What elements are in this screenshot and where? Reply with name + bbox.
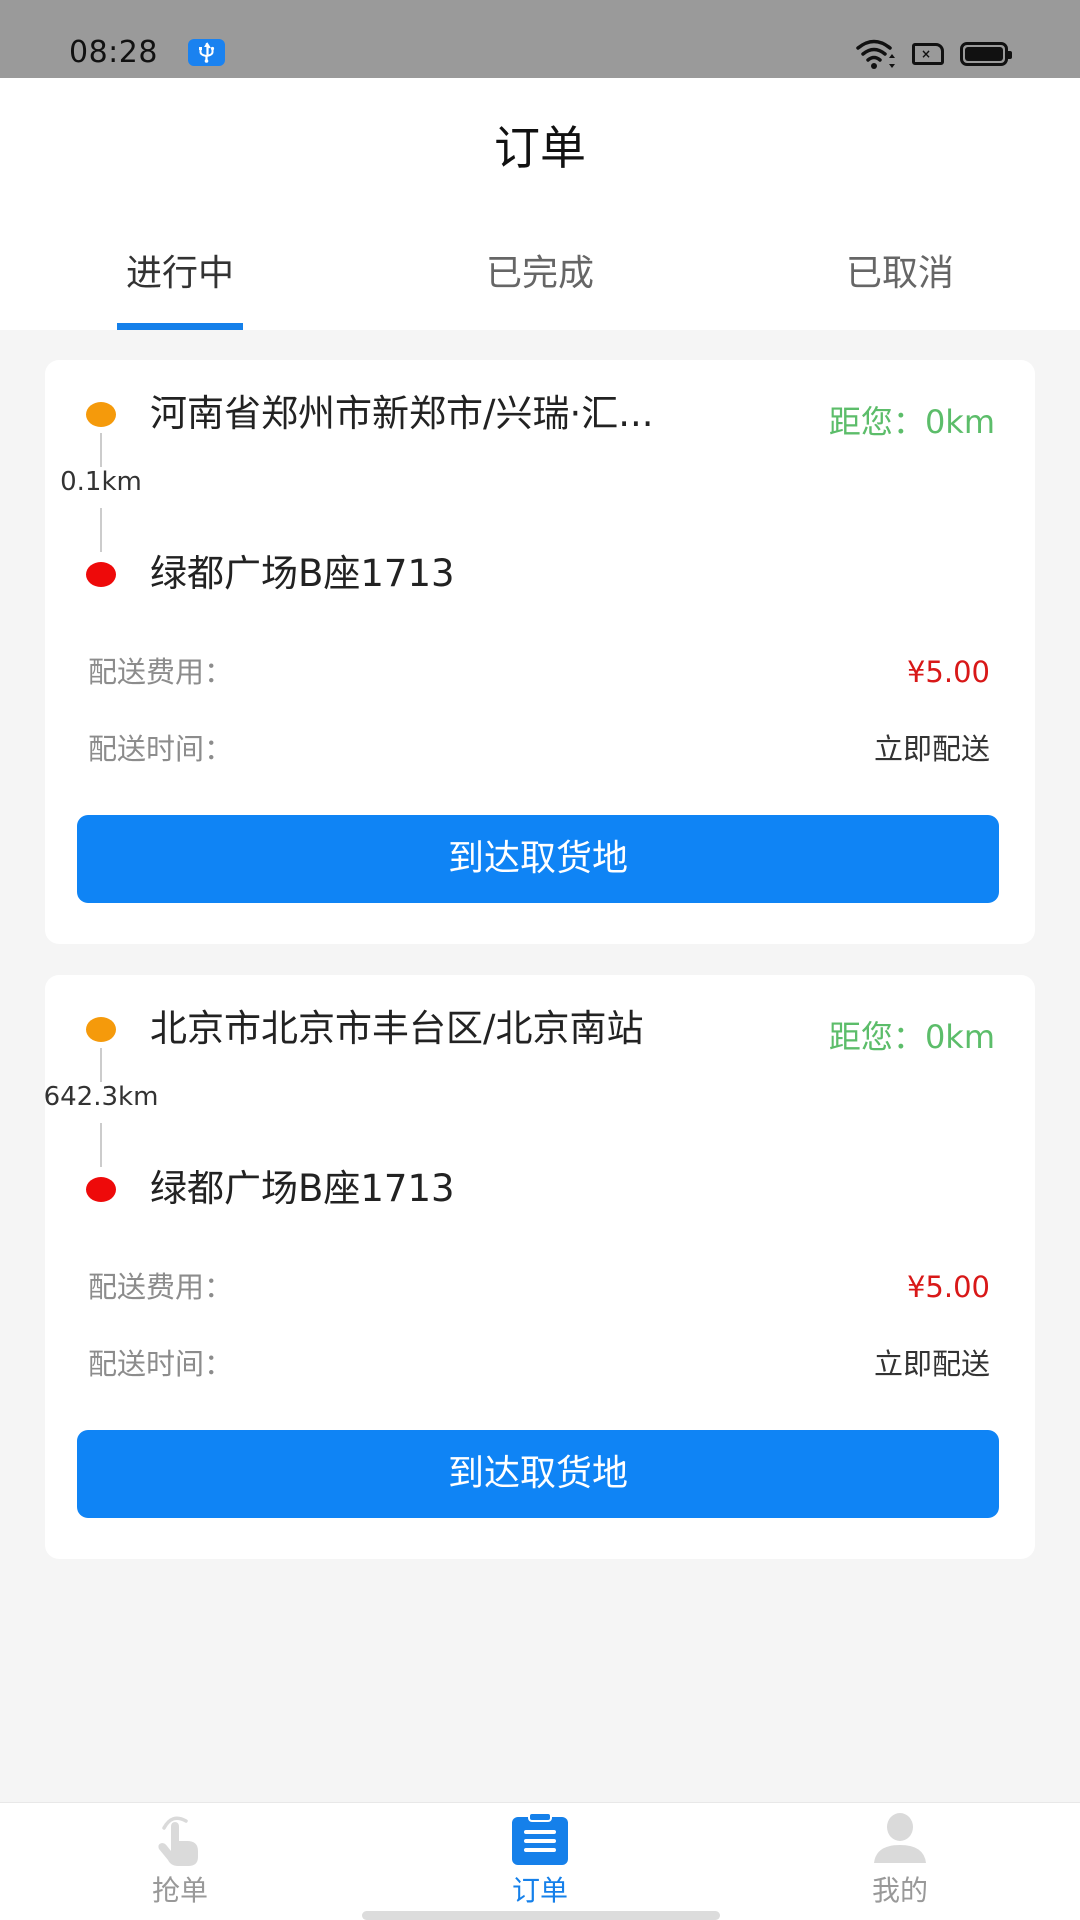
pickup-address: 河南省郑州市新郑市/兴瑞·汇... [150, 392, 654, 435]
distance-from-you-value: 0km [924, 403, 995, 441]
delivery-time-value: 立即配送 [873, 732, 990, 766]
order-card[interactable]: 0.1km 河南省郑州市新郑市/兴瑞·汇... 距您：0km 绿都广场B座171… [45, 360, 1035, 944]
arrive-pickup-button[interactable]: 到达取货地 [77, 815, 999, 903]
distance-from-you-label: 距您： [828, 403, 925, 441]
dropoff-dot-icon [86, 562, 116, 587]
distance-from-you-value: 0km [924, 1018, 995, 1056]
arrive-pickup-button[interactable]: 到达取货地 [77, 1430, 999, 1518]
pickup-dot-icon [86, 1017, 116, 1042]
tab-label: 已取消 [845, 253, 954, 294]
tab-cancelled[interactable]: 已取消 [720, 238, 1080, 330]
tab-label: 进行中 [125, 253, 234, 294]
battery-icon [960, 42, 1012, 66]
delivery-time-label: 配送时间： [88, 732, 234, 766]
clipboard-list-icon [510, 1811, 570, 1869]
tab-in-progress[interactable]: 进行中 [0, 238, 360, 330]
fee-value: ¥5.00 [906, 655, 990, 689]
route-distance: 0.1km [60, 467, 142, 497]
distance-from-you: 距您：0km [829, 400, 995, 444]
dropoff-address: 绿都广场B座1713 [150, 552, 455, 595]
page-title: 订单 [494, 121, 586, 175]
status-time: 08:28 [69, 35, 158, 70]
dropoff-dot-icon [86, 1177, 116, 1202]
route-line [100, 1048, 102, 1082]
fee-label: 配送费用： [88, 655, 234, 689]
nav-label: 订单 [511, 1874, 568, 1907]
route-distance: 642.3km [45, 1082, 159, 1112]
order-status-tabs: 进行中 已完成 已取消 [0, 238, 1080, 330]
nav-label: 我的 [871, 1874, 928, 1907]
dropoff-address: 绿都广场B座1713 [150, 1167, 455, 1210]
status-bar: 08:28 × [0, 0, 1080, 78]
header: 订单 进行中 已完成 已取消 [0, 78, 1080, 330]
route-line [100, 433, 102, 467]
route-line [100, 1123, 102, 1167]
active-tab-indicator [117, 323, 243, 330]
nav-orders[interactable]: 订单 [360, 1803, 720, 1920]
user-icon [870, 1811, 930, 1869]
bottom-nav: 抢单 订单 我的 [0, 1802, 1080, 1920]
pickup-address: 北京市北京市丰台区/北京南站 [150, 1007, 644, 1050]
wifi-icon [855, 38, 899, 74]
pickup-dot-icon [86, 402, 116, 427]
usb-debug-icon [188, 39, 225, 66]
nav-profile[interactable]: 我的 [720, 1803, 1080, 1920]
fee-value: ¥5.00 [906, 1270, 990, 1304]
delivery-time-label: 配送时间： [88, 1347, 234, 1381]
sim-absent-icon: × [912, 43, 944, 65]
distance-from-you-label: 距您： [828, 1018, 925, 1056]
distance-from-you: 距您：0km [829, 1015, 995, 1059]
delivery-time-value: 立即配送 [873, 1347, 990, 1381]
home-indicator[interactable] [362, 1911, 720, 1920]
nav-label: 抢单 [151, 1874, 208, 1907]
order-card[interactable]: 642.3km 北京市北京市丰台区/北京南站 距您：0km 绿都广场B座1713… [45, 975, 1035, 1559]
sim-glyph: × [921, 47, 932, 61]
nav-grab-orders[interactable]: 抢单 [0, 1803, 360, 1920]
tab-label: 已完成 [485, 253, 594, 294]
route-line [100, 508, 102, 552]
fee-label: 配送费用： [88, 1270, 234, 1304]
tab-completed[interactable]: 已完成 [360, 238, 720, 330]
tap-hand-icon [150, 1811, 210, 1869]
